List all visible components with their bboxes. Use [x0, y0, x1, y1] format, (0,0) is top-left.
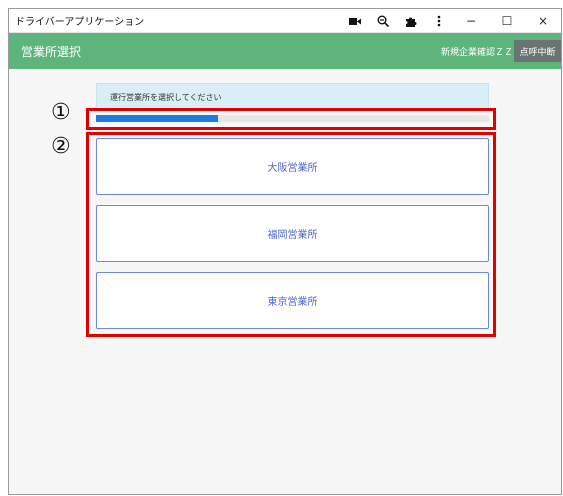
more-vert-icon[interactable] [425, 9, 453, 33]
office-label: 福岡営業所 [267, 230, 318, 241]
main-content: 運行営業所を選択してください ① ② 大阪営業所 福岡営業所 東京営業所 [9, 69, 561, 494]
page-title: 営業所選択 [21, 44, 82, 59]
title-bar: ドライバーアプリケーション − ☐ × [9, 9, 561, 33]
minimize-button[interactable]: − [453, 9, 489, 33]
office-button-osaka[interactable]: 大阪営業所 [96, 138, 489, 195]
app-window: ドライバーアプリケーション − ☐ × 営業所選択 新規企業確認ＺＺ 点呼中断 … [8, 8, 562, 495]
annotation-number-2: ② [51, 134, 71, 159]
instruction-text: 運行営業所を選択してください [110, 92, 222, 102]
window-title: ドライバーアプリケーション [15, 17, 145, 28]
camera-icon[interactable] [341, 9, 369, 33]
zoom-out-icon[interactable] [369, 9, 397, 33]
office-button-fukuoka[interactable]: 福岡営業所 [96, 205, 489, 262]
puzzle-icon[interactable] [397, 9, 425, 33]
titlebar-icons: − ☐ × [341, 9, 561, 33]
interrupt-roll-call-button[interactable]: 点呼中断 [514, 40, 561, 62]
user-name: 新規企業確認ＺＺ [440, 47, 513, 58]
annotation-box-1 [86, 108, 496, 130]
annotation-number-1: ① [51, 100, 71, 125]
office-button-tokyo[interactable]: 東京営業所 [96, 272, 489, 329]
app-header: 営業所選択 新規企業確認ＺＺ 点呼中断 [9, 33, 561, 69]
close-button[interactable]: × [525, 9, 561, 33]
maximize-button[interactable]: ☐ [489, 9, 525, 33]
office-label: 東京営業所 [267, 297, 318, 308]
instruction-message: 運行営業所を選択してください [96, 83, 489, 111]
office-label: 大阪営業所 [267, 163, 318, 174]
